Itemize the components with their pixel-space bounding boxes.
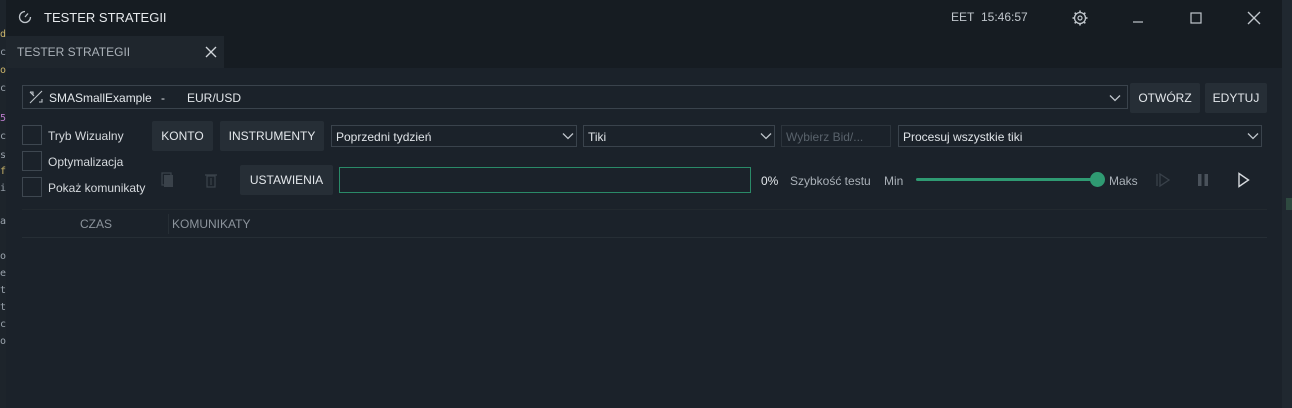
speed-min-label: Min (884, 174, 904, 188)
optimization-label: Optymalizacja (48, 155, 124, 169)
test-progress-bar (339, 167, 751, 193)
step-forward-icon[interactable] (1154, 171, 1172, 189)
strategy-tester-logo-icon (18, 10, 32, 24)
tester-panel: SMASmallExample - EUR/USD OTWÓRZ EDYTUJ … (6, 68, 1282, 408)
data-type-value: Tiki (588, 130, 607, 144)
timezone-label: EET (951, 10, 975, 24)
chevron-down-icon (1247, 133, 1259, 140)
visual-mode-checkbox[interactable] (22, 125, 42, 145)
strategy-icon (29, 90, 43, 104)
tick-mode-select[interactable]: Procesuj wszystkie tiki (898, 125, 1262, 147)
edit-strategy-button[interactable]: EDYTUJ (1205, 83, 1267, 113)
pause-icon[interactable] (1194, 171, 1212, 189)
column-header-messages[interactable]: KOMUNIKATY (172, 217, 250, 231)
data-type-select[interactable]: Tiki (583, 125, 775, 147)
close-window-icon[interactable] (1243, 7, 1265, 29)
strategy-separator: - (161, 91, 165, 105)
instruments-button[interactable]: INSTRUMENTY (220, 121, 324, 151)
column-header-time[interactable]: CZAS (80, 217, 112, 231)
progress-percent: 0% (761, 174, 779, 188)
bid-ask-placeholder: Wybierz Bid/... (786, 130, 864, 144)
tab-strategy-tester[interactable]: TESTER STRATEGII (6, 36, 224, 68)
copy-icon[interactable] (159, 171, 177, 189)
chevron-down-icon (1109, 95, 1121, 102)
chevron-down-icon (760, 133, 772, 140)
strategy-name: SMASmallExample (49, 91, 152, 105)
strategy-select[interactable]: SMASmallExample - EUR/USD (22, 85, 1128, 109)
column-divider[interactable] (168, 214, 169, 234)
chevron-down-icon (562, 133, 574, 140)
background-marker (1286, 198, 1292, 210)
clock-time: 15:46:57 (981, 10, 1028, 24)
gear-icon[interactable] (1069, 7, 1091, 29)
open-strategy-button[interactable]: OTWÓRZ (1130, 83, 1200, 113)
account-button[interactable]: KONTO (152, 121, 213, 151)
minimize-icon[interactable] (1127, 7, 1149, 29)
strategy-pair: EUR/USD (187, 91, 242, 105)
window-titlebar: TESTER STRATEGII EET 15:46:57 (6, 0, 1282, 36)
optimization-checkbox[interactable] (22, 151, 42, 171)
tick-mode-value: Procesuj wszystkie tiki (903, 130, 1023, 144)
speed-slider-track[interactable] (916, 178, 1094, 181)
close-tab-icon[interactable] (204, 45, 218, 59)
show-messages-checkbox[interactable] (22, 177, 42, 197)
visual-mode-label: Tryb Wizualny (48, 129, 124, 143)
window-title: TESTER STRATEGII (44, 10, 167, 25)
play-icon[interactable] (1234, 171, 1252, 189)
bid-ask-select[interactable]: Wybierz Bid/... (781, 125, 891, 147)
tab-bar: TESTER STRATEGII (6, 36, 1282, 68)
speed-slider-handle[interactable] (1090, 172, 1105, 187)
speed-max-label: Maks (1109, 174, 1138, 188)
maximize-icon[interactable] (1185, 7, 1207, 29)
show-messages-label: Pokaż komunikaty (48, 181, 146, 195)
trash-icon[interactable] (202, 171, 220, 189)
period-select[interactable]: Poprzedni tydzień (331, 125, 577, 147)
test-speed-label: Szybkość testu (790, 174, 871, 188)
period-value: Poprzedni tydzień (336, 130, 432, 144)
tab-label: TESTER STRATEGII (17, 45, 131, 59)
settings-button[interactable]: USTAWIENIA (240, 165, 333, 195)
log-table-header: CZAS KOMUNIKATY (22, 209, 1267, 238)
